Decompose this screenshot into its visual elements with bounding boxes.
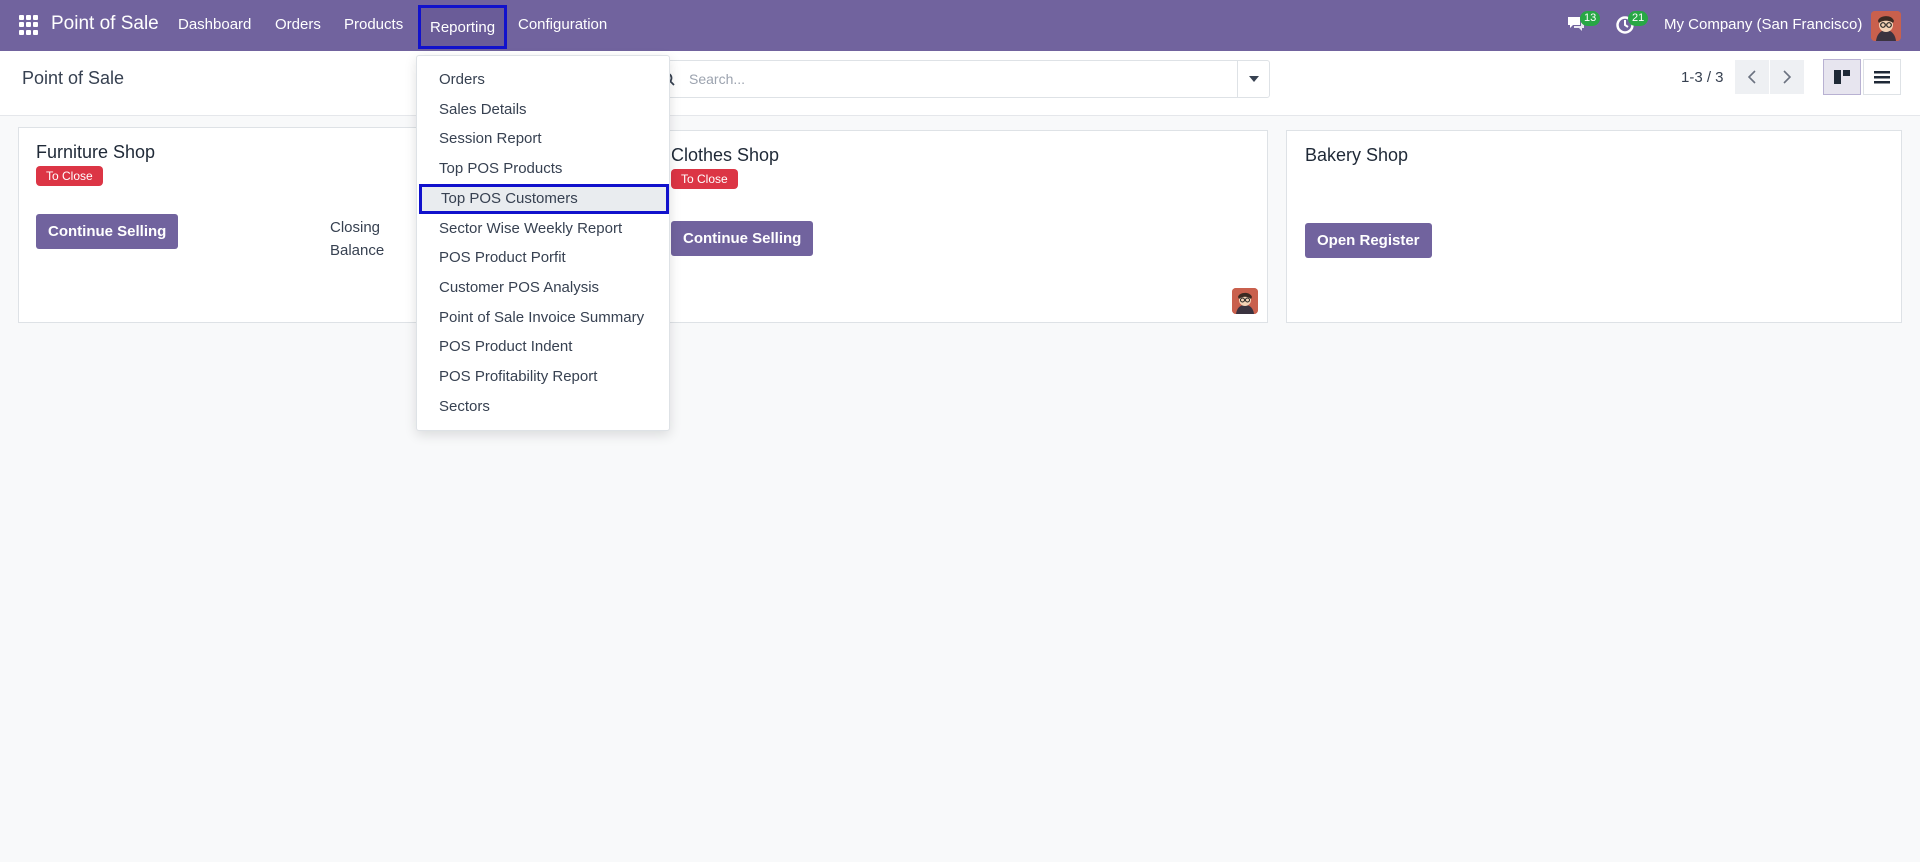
caret-down-icon [1248, 76, 1259, 82]
shop-name: Furniture Shop [36, 142, 156, 162]
list-view-button[interactable] [1863, 59, 1901, 95]
menu-item-top-pos-products[interactable]: Top POS Products [417, 154, 671, 184]
kanban-view-button[interactable] [1823, 59, 1861, 95]
shop-card-bakery[interactable]: Bakery Shop Open Register [1286, 130, 1902, 323]
pager-previous-button[interactable] [1735, 60, 1769, 94]
menu-item-pos-invoice-summary[interactable]: Point of Sale Invoice Summary [417, 303, 671, 333]
top-navbar: Point of Sale Dashboard Orders Products … [0, 0, 1920, 51]
search-input[interactable] [689, 69, 1189, 89]
menu-item-sales-details[interactable]: Sales Details [417, 95, 671, 125]
pager-value[interactable]: 1-3 / 3 [1681, 69, 1724, 86]
reporting-dropdown-menu: Orders Sales Details Session Report Top … [416, 55, 670, 431]
menu-item-orders[interactable]: Orders [417, 65, 671, 95]
status-badge: To Close [671, 169, 738, 189]
chevron-right-icon [1783, 70, 1791, 84]
kanban-icon [1834, 70, 1850, 84]
shop-card-furniture[interactable]: Furniture Shop To Close Continue Selling… [18, 127, 418, 323]
list-icon [1874, 70, 1890, 83]
user-avatar[interactable] [1871, 11, 1901, 41]
breadcrumb: Point of Sale [22, 68, 125, 88]
menu-item-session-report[interactable]: Session Report [417, 124, 671, 154]
menu-item-top-pos-customers[interactable]: Top POS Customers [419, 184, 669, 214]
menu-item-pos-product-indent[interactable]: POS Product Indent [417, 332, 671, 362]
menu-orders[interactable]: Orders [275, 16, 321, 33]
search-bar[interactable] [650, 60, 1270, 98]
app-brand[interactable]: Point of Sale [51, 13, 159, 35]
company-switcher[interactable]: My Company (San Francisco) [1664, 16, 1862, 33]
menu-item-sectors[interactable]: Sectors [417, 392, 671, 422]
menu-dashboard[interactable]: Dashboard [178, 16, 251, 33]
search-options-toggle[interactable] [1237, 61, 1269, 97]
shop-name: Bakery Shop [1305, 145, 1409, 165]
responsible-avatar [1232, 288, 1258, 314]
shop-card-clothes[interactable]: Clothes Shop To Close Continue Selling [652, 130, 1268, 323]
pager-next-button[interactable] [1770, 60, 1804, 94]
menu-item-pos-product-profit[interactable]: POS Product Porfit [417, 243, 671, 273]
menu-configuration[interactable]: Configuration [518, 16, 607, 33]
menu-reporting[interactable]: Reporting [418, 5, 508, 49]
shop-name: Clothes Shop [671, 145, 780, 165]
apps-menu-icon[interactable] [19, 15, 39, 35]
continue-selling-button[interactable]: Continue Selling [36, 214, 179, 249]
menu-products[interactable]: Products [344, 16, 403, 33]
status-badge: To Close [36, 166, 103, 186]
menu-item-pos-profitability-report[interactable]: POS Profitability Report [417, 362, 671, 392]
continue-selling-button[interactable]: Continue Selling [671, 221, 814, 256]
menu-item-sector-wise-weekly-report[interactable]: Sector Wise Weekly Report [417, 214, 671, 244]
messages-badge: 13 [1580, 11, 1601, 26]
control-panel: Point of Sale 1-3 / 3 [0, 51, 1920, 116]
chevron-left-icon [1748, 70, 1756, 84]
menu-item-customer-pos-analysis[interactable]: Customer POS Analysis [417, 273, 671, 303]
open-register-button[interactable]: Open Register [1305, 223, 1432, 258]
closing-balance-label: Closing Balance [330, 219, 385, 259]
activities-badge: 21 [1628, 11, 1649, 26]
